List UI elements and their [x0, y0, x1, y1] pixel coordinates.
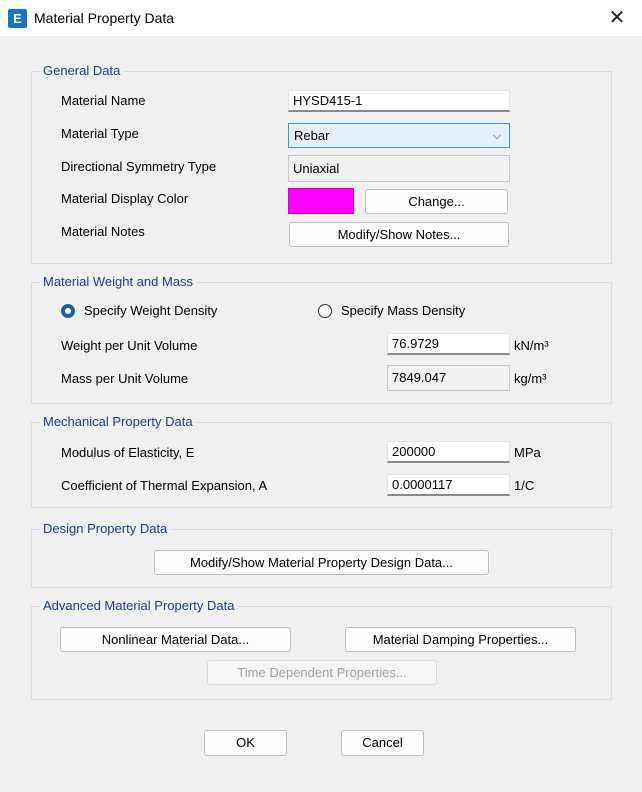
nonlinear-material-data-button[interactable]: Nonlinear Material Data...	[60, 627, 291, 652]
material-type-value: Rebar	[294, 128, 330, 143]
modify-show-design-data-button[interactable]: Modify/Show Material Property Design Dat…	[154, 550, 489, 575]
weight-per-volume-value: 76.9729	[392, 336, 439, 351]
mass-density-radio[interactable]	[318, 304, 332, 318]
dialog-body: General Data Material Name HYSD415-1 Mat…	[10, 37, 630, 784]
weight-mass-group: Material Weight and Mass Specify Weight …	[31, 274, 612, 404]
symmetry-type-field: Uniaxial	[288, 155, 510, 182]
symmetry-type-label: Directional Symmetry Type	[61, 159, 217, 174]
ok-button[interactable]: OK	[204, 730, 287, 756]
change-color-button[interactable]: Change...	[365, 189, 508, 214]
material-name-value: HYSD415-1	[293, 93, 363, 108]
close-icon[interactable]: ✕	[606, 8, 628, 30]
advanced-property-group: Advanced Material Property Data Nonlinea…	[31, 598, 612, 700]
material-name-input[interactable]: HYSD415-1	[288, 90, 510, 112]
thermal-expansion-value: 0.0000117	[392, 477, 453, 492]
material-notes-label: Material Notes	[61, 224, 145, 239]
material-type-select[interactable]: Rebar ⌵	[288, 123, 510, 148]
thermal-expansion-input[interactable]: 0.0000117	[387, 474, 510, 496]
modulus-of-elasticity-value: 200000	[392, 444, 436, 459]
thermal-expansion-label: Coefficient of Thermal Expansion, A	[61, 478, 268, 493]
weight-density-radio[interactable]	[61, 304, 75, 318]
mechanical-property-group: Mechanical Property Data Modulus of Elas…	[31, 414, 612, 508]
cancel-button[interactable]: Cancel	[341, 730, 424, 756]
design-property-legend: Design Property Data	[40, 521, 171, 536]
weight-unit-label: kN/m³	[514, 338, 549, 353]
general-data-group: General Data Material Name HYSD415-1 Mat…	[31, 63, 612, 264]
weight-per-volume-label: Weight per Unit Volume	[61, 338, 198, 353]
weight-per-volume-input[interactable]: 76.9729	[387, 333, 510, 355]
material-type-label: Material Type	[61, 126, 139, 141]
general-data-legend: General Data	[40, 63, 124, 78]
design-property-group: Design Property Data Modify/Show Materia…	[31, 521, 612, 588]
weight-density-radio-label[interactable]: Specify Weight Density	[84, 303, 217, 318]
weight-mass-legend: Material Weight and Mass	[40, 274, 197, 289]
thermal-unit-label: 1/C	[514, 478, 535, 493]
time-dependent-properties-button: Time Dependent Properties...	[207, 660, 437, 685]
modify-show-notes-button[interactable]: Modify/Show Notes...	[289, 222, 509, 247]
symmetry-type-value: Uniaxial	[293, 161, 340, 176]
mass-density-radio-label[interactable]: Specify Mass Density	[341, 303, 465, 318]
mass-per-volume-value: 7849.047	[392, 370, 447, 385]
chevron-down-icon: ⌵	[492, 129, 502, 142]
advanced-property-legend: Advanced Material Property Data	[40, 598, 238, 613]
window-title: Material Property Data	[34, 10, 175, 26]
modulus-of-elasticity-label: Modulus of Elasticity, E	[61, 445, 195, 460]
material-name-label: Material Name	[61, 93, 146, 108]
mechanical-property-legend: Mechanical Property Data	[40, 414, 196, 429]
modulus-of-elasticity-input[interactable]: 200000	[387, 441, 510, 463]
title-bar: E Material Property Data ✕	[0, 0, 642, 36]
mass-unit-label: kg/m³	[514, 371, 547, 386]
modulus-unit-label: MPa	[514, 445, 541, 460]
display-color-swatch	[288, 188, 354, 214]
mass-per-volume-label: Mass per Unit Volume	[61, 371, 189, 386]
material-damping-properties-button[interactable]: Material Damping Properties...	[345, 627, 576, 652]
mass-per-volume-field: 7849.047	[387, 365, 510, 391]
display-color-label: Material Display Color	[61, 191, 189, 206]
app-logo-icon: E	[8, 9, 27, 28]
